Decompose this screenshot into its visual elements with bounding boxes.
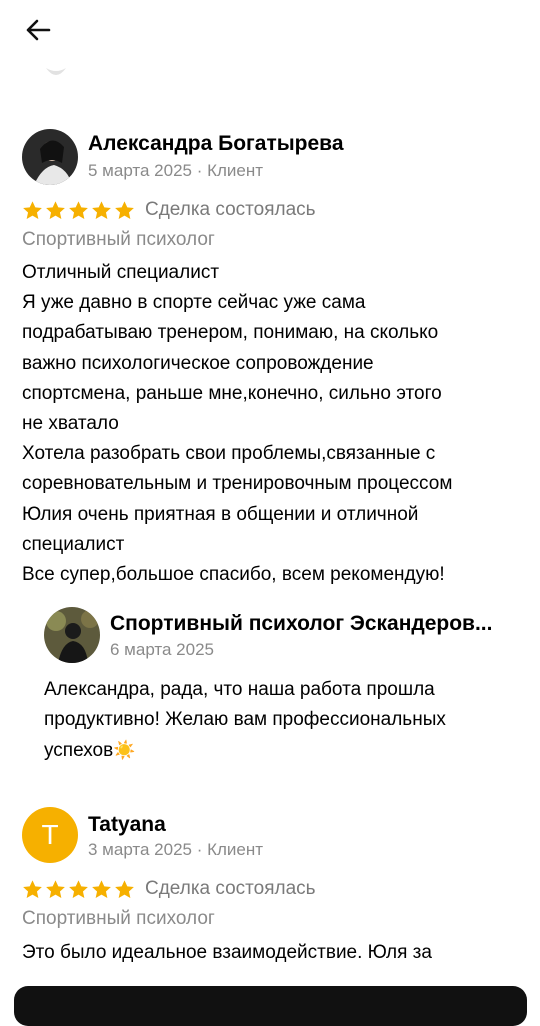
review-text: Это было идеальное взаимодействие. Юля з…	[22, 938, 527, 968]
review-date: 5 марта 2025	[88, 161, 192, 180]
review-role: Клиент	[207, 840, 264, 859]
reply-text-line: Александра, рада, что наша работа прошла	[44, 679, 435, 700]
deal-status: Сделка состоялась	[145, 199, 316, 220]
bottom-action-bar[interactable]	[14, 986, 527, 1026]
collapse-chevron-icon	[44, 64, 68, 82]
reply-date: 6 марта 2025	[110, 640, 214, 659]
review-text-line: Я уже давно в спорте сейчас уже сама	[22, 292, 366, 314]
review-text-line: не хватало	[22, 413, 119, 435]
reply-avatar[interactable]	[44, 607, 100, 663]
review-text-line: Хотела разобрать свои проблемы,связанные…	[22, 443, 436, 465]
review-text-line: Отличный специалист	[22, 262, 220, 283]
service-label: Спортивный психолог	[22, 908, 215, 929]
service-label: Спортивный психолог	[22, 229, 215, 250]
review-text-line: соревновательным и тренировочным процесс…	[22, 473, 453, 495]
deal-status: Сделка состоялась	[145, 878, 316, 899]
arrow-left-icon	[26, 19, 51, 41]
review-text-line: подрабатываю тренером, понимаю, на сколь…	[22, 322, 439, 344]
review-meta: 5 марта 2025 · Клиент	[88, 161, 264, 180]
avatar[interactable]	[22, 129, 78, 185]
star-icon	[23, 879, 42, 898]
star-icon	[69, 879, 88, 898]
review-author: Tatyana	[88, 813, 166, 836]
review-text: Отличный специалист Я уже давно в спорте…	[22, 258, 527, 590]
review-meta: 3 марта 2025 · Клиент	[88, 840, 264, 859]
rating-row: Сделка состоялась	[22, 877, 316, 901]
star-icon	[92, 200, 111, 219]
review-role: Клиент	[207, 161, 264, 180]
back-button[interactable]	[18, 10, 58, 50]
star-icon	[46, 200, 65, 219]
review-text-line: Все супер,большое спасибо, всем рекоменд…	[22, 564, 445, 586]
review-date: 3 марта 2025	[88, 840, 192, 859]
review-text-line: Юлия очень приятная в общении и отличной	[22, 503, 419, 525]
star-icon	[92, 879, 111, 898]
star-icon	[115, 879, 134, 898]
review-text-line: спортсмена, раньше мне,конечно, сильно э…	[22, 382, 442, 404]
avatar[interactable]: T	[22, 807, 78, 863]
avatar-letter: T	[41, 819, 59, 850]
reply-text-line: успехов☀️	[44, 740, 136, 761]
star-icon	[69, 200, 88, 219]
star-icon	[115, 200, 134, 219]
rating-row: Сделка состоялась	[22, 198, 316, 222]
review-text-line: Это было идеальное взаимодействие. Юля з…	[22, 942, 432, 963]
reply-text-line: продуктивно! Желаю вам профессиональных	[44, 709, 446, 730]
review-author: Александра Богатырева	[88, 132, 344, 155]
review-text-line: специалист	[22, 533, 125, 555]
sun-emoji: ☀️	[113, 740, 136, 760]
star-icon	[23, 200, 42, 219]
star-icon	[46, 879, 65, 898]
reply-author: Спортивный психолог Эскандеров...	[110, 612, 493, 635]
reply-text: Александра, рада, что наша работа прошла…	[44, 675, 514, 766]
review-text-line: важно психологическое сопровождение	[22, 352, 374, 374]
